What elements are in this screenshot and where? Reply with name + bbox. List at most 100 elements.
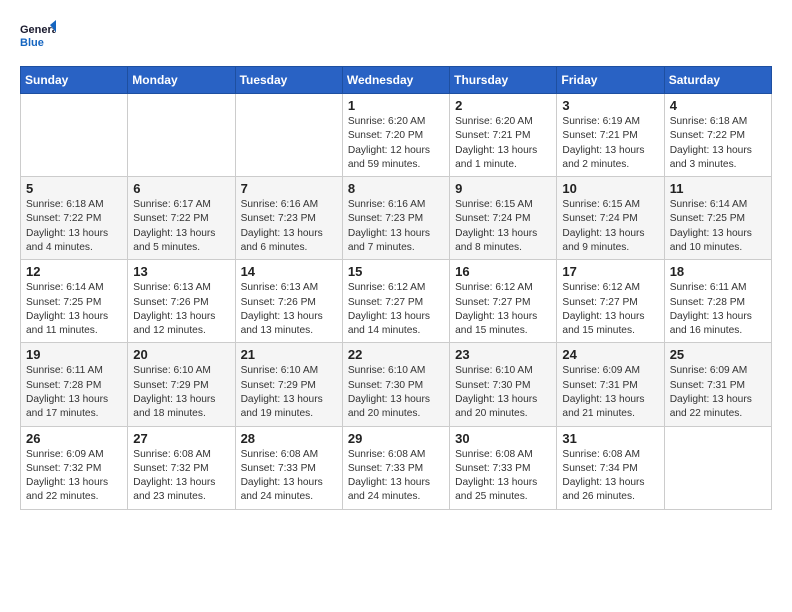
calendar-header-row: SundayMondayTuesdayWednesdayThursdayFrid… [21,67,772,94]
day-info: Sunrise: 6:11 AM Sunset: 7:28 PM Dayligh… [670,281,766,338]
day-info: Sunrise: 6:20 AM Sunset: 7:21 PM Dayligh… [455,115,551,172]
day-info: Sunrise: 6:14 AM Sunset: 7:25 PM Dayligh… [26,281,122,338]
day-info: Sunrise: 6:09 AM Sunset: 7:31 PM Dayligh… [562,364,658,421]
day-number: 19 [26,347,122,362]
day-number: 24 [562,347,658,362]
calendar-cell: 1 Sunrise: 6:20 AM Sunset: 7:20 PM Daylig… [342,94,449,177]
calendar-cell: 28Sunrise: 6:08 AM Sunset: 7:33 PM Dayli… [235,426,342,509]
day-number: 2 [455,98,551,113]
day-number: 20 [133,347,229,362]
day-info: Sunrise: 6:13 AM Sunset: 7:26 PM Dayligh… [241,281,337,338]
day-info: Sunrise: 6:12 AM Sunset: 7:27 PM Dayligh… [562,281,658,338]
calendar-week-row: 1 Sunrise: 6:20 AM Sunset: 7:20 PM Daylig… [21,94,772,177]
day-info: Sunrise: 6:10 AM Sunset: 7:29 PM Dayligh… [241,364,337,421]
calendar-cell: 30 Sunrise: 6:08 AM Sunset: 7:33 PM Dayli… [450,426,557,509]
logo-icon: General Blue [20,20,56,50]
day-info: Sunrise: 6:16 AM Sunset: 7:23 PM Dayligh… [241,198,337,255]
col-header-sunday: Sunday [21,67,128,94]
calendar-cell: 22 Sunrise: 6:10 AM Sunset: 7:30 PM Dayli… [342,343,449,426]
calendar-cell: 27Sunrise: 6:08 AM Sunset: 7:32 PM Dayli… [128,426,235,509]
svg-text:General: General [20,24,56,36]
calendar-cell: 5 Sunrise: 6:18 AM Sunset: 7:22 PM Daylig… [21,177,128,260]
calendar-cell: 15 Sunrise: 6:12 AM Sunset: 7:27 PM Dayli… [342,260,449,343]
calendar-cell: 21Sunrise: 6:10 AM Sunset: 7:29 PM Dayli… [235,343,342,426]
day-info: Sunrise: 6:20 AM Sunset: 7:20 PM Dayligh… [348,115,444,172]
day-info: Sunrise: 6:15 AM Sunset: 7:24 PM Dayligh… [562,198,658,255]
logo: General Blue [20,20,56,50]
calendar-cell: 8Sunrise: 6:16 AM Sunset: 7:23 PM Daylig… [342,177,449,260]
calendar-cell: 29 Sunrise: 6:08 AM Sunset: 7:33 PM Dayli… [342,426,449,509]
calendar-week-row: 12 Sunrise: 6:14 AM Sunset: 7:25 PM Dayli… [21,260,772,343]
day-info: Sunrise: 6:10 AM Sunset: 7:30 PM Dayligh… [455,364,551,421]
day-number: 4 [670,98,766,113]
col-header-monday: Monday [128,67,235,94]
day-number: 26 [26,431,122,446]
calendar-cell: 23 Sunrise: 6:10 AM Sunset: 7:30 PM Dayli… [450,343,557,426]
calendar-cell: 31Sunrise: 6:08 AM Sunset: 7:34 PM Dayli… [557,426,664,509]
day-number: 6 [133,181,229,196]
calendar-table: SundayMondayTuesdayWednesdayThursdayFrid… [20,66,772,510]
calendar-cell: 13Sunrise: 6:13 AM Sunset: 7:26 PM Dayli… [128,260,235,343]
day-info: Sunrise: 6:18 AM Sunset: 7:22 PM Dayligh… [670,115,766,172]
day-info: Sunrise: 6:15 AM Sunset: 7:24 PM Dayligh… [455,198,551,255]
day-info: Sunrise: 6:08 AM Sunset: 7:34 PM Dayligh… [562,448,658,505]
day-info: Sunrise: 6:10 AM Sunset: 7:30 PM Dayligh… [348,364,444,421]
day-number: 11 [670,181,766,196]
calendar-cell: 18 Sunrise: 6:11 AM Sunset: 7:28 PM Dayli… [664,260,771,343]
day-number: 23 [455,347,551,362]
day-number: 29 [348,431,444,446]
day-info: Sunrise: 6:16 AM Sunset: 7:23 PM Dayligh… [348,198,444,255]
col-header-thursday: Thursday [450,67,557,94]
calendar-cell: 4 Sunrise: 6:18 AM Sunset: 7:22 PM Daylig… [664,94,771,177]
day-number: 12 [26,264,122,279]
calendar-cell: 10 Sunrise: 6:15 AM Sunset: 7:24 PM Dayli… [557,177,664,260]
day-number: 14 [241,264,337,279]
calendar-cell [235,94,342,177]
col-header-saturday: Saturday [664,67,771,94]
calendar-cell: 11 Sunrise: 6:14 AM Sunset: 7:25 PM Dayli… [664,177,771,260]
day-info: Sunrise: 6:12 AM Sunset: 7:27 PM Dayligh… [455,281,551,338]
day-number: 5 [26,181,122,196]
day-number: 18 [670,264,766,279]
day-number: 13 [133,264,229,279]
calendar-cell: 20 Sunrise: 6:10 AM Sunset: 7:29 PM Dayli… [128,343,235,426]
col-header-tuesday: Tuesday [235,67,342,94]
day-number: 15 [348,264,444,279]
day-number: 10 [562,181,658,196]
calendar-week-row: 19Sunrise: 6:11 AM Sunset: 7:28 PM Dayli… [21,343,772,426]
calendar-cell: 16Sunrise: 6:12 AM Sunset: 7:27 PM Dayli… [450,260,557,343]
calendar-cell: 19Sunrise: 6:11 AM Sunset: 7:28 PM Dayli… [21,343,128,426]
day-info: Sunrise: 6:08 AM Sunset: 7:33 PM Dayligh… [455,448,551,505]
day-info: Sunrise: 6:18 AM Sunset: 7:22 PM Dayligh… [26,198,122,255]
day-number: 30 [455,431,551,446]
page-header: General Blue [20,20,772,50]
day-info: Sunrise: 6:19 AM Sunset: 7:21 PM Dayligh… [562,115,658,172]
day-number: 22 [348,347,444,362]
calendar-cell [128,94,235,177]
day-number: 7 [241,181,337,196]
calendar-cell: 26 Sunrise: 6:09 AM Sunset: 7:32 PM Dayli… [21,426,128,509]
calendar-cell: 9 Sunrise: 6:15 AM Sunset: 7:24 PM Daylig… [450,177,557,260]
calendar-cell: 3Sunrise: 6:19 AM Sunset: 7:21 PM Daylig… [557,94,664,177]
svg-text:Blue: Blue [20,37,44,49]
day-info: Sunrise: 6:09 AM Sunset: 7:31 PM Dayligh… [670,364,766,421]
calendar-week-row: 26 Sunrise: 6:09 AM Sunset: 7:32 PM Dayli… [21,426,772,509]
day-number: 9 [455,181,551,196]
calendar-cell: 24 Sunrise: 6:09 AM Sunset: 7:31 PM Dayli… [557,343,664,426]
day-info: Sunrise: 6:09 AM Sunset: 7:32 PM Dayligh… [26,448,122,505]
day-number: 17 [562,264,658,279]
calendar-cell: 17 Sunrise: 6:12 AM Sunset: 7:27 PM Dayli… [557,260,664,343]
day-info: Sunrise: 6:14 AM Sunset: 7:25 PM Dayligh… [670,198,766,255]
calendar-cell: 12 Sunrise: 6:14 AM Sunset: 7:25 PM Dayli… [21,260,128,343]
calendar-week-row: 5 Sunrise: 6:18 AM Sunset: 7:22 PM Daylig… [21,177,772,260]
day-info: Sunrise: 6:10 AM Sunset: 7:29 PM Dayligh… [133,364,229,421]
day-info: Sunrise: 6:08 AM Sunset: 7:33 PM Dayligh… [348,448,444,505]
day-info: Sunrise: 6:08 AM Sunset: 7:32 PM Dayligh… [133,448,229,505]
calendar-cell: 7 Sunrise: 6:16 AM Sunset: 7:23 PM Daylig… [235,177,342,260]
calendar-cell: 14 Sunrise: 6:13 AM Sunset: 7:26 PM Dayli… [235,260,342,343]
day-info: Sunrise: 6:12 AM Sunset: 7:27 PM Dayligh… [348,281,444,338]
day-number: 1 [348,98,444,113]
day-number: 25 [670,347,766,362]
col-header-wednesday: Wednesday [342,67,449,94]
calendar-cell: 6Sunrise: 6:17 AM Sunset: 7:22 PM Daylig… [128,177,235,260]
